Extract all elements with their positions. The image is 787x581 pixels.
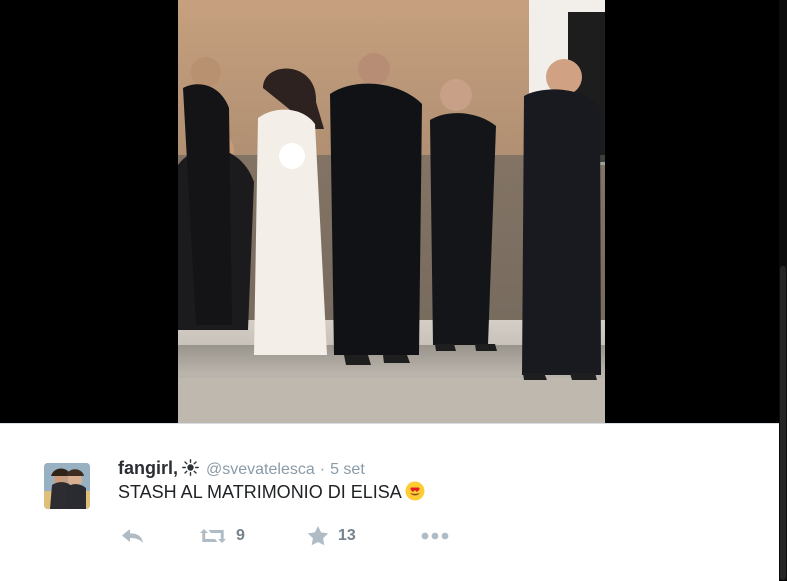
retweet-button[interactable]: 9 bbox=[198, 523, 245, 549]
tweet-media-viewer: { "tweet": { "display_name": "fangirl,",… bbox=[0, 0, 787, 581]
more-icon bbox=[420, 531, 450, 541]
tweet-media-area bbox=[0, 0, 787, 423]
heart-eyes-emoji-icon bbox=[405, 481, 425, 501]
tweet-header: fangirl, @svevatelesca · 5 set bbox=[118, 457, 365, 479]
wedding-photo-image bbox=[178, 0, 605, 423]
avatar-image bbox=[44, 463, 90, 509]
favorite-count: 13 bbox=[338, 527, 356, 544]
user-handle[interactable]: @svevatelesca bbox=[206, 461, 315, 479]
display-name[interactable]: fangirl, bbox=[118, 458, 178, 479]
tweet-timestamp[interactable]: 5 set bbox=[330, 461, 365, 479]
scrollbar-track[interactable] bbox=[779, 0, 787, 580]
tweet-text: STASH AL MATRIMONIO DI ELISA bbox=[118, 481, 425, 503]
star-icon bbox=[306, 525, 330, 547]
retweet-count: 9 bbox=[236, 527, 245, 544]
retweet-icon bbox=[198, 526, 228, 546]
tweet-text-content: STASH AL MATRIMONIO DI ELISA bbox=[118, 482, 402, 502]
scrollbar-thumb[interactable] bbox=[780, 266, 786, 580]
more-options-button[interactable] bbox=[420, 523, 450, 549]
metadata-separator: · bbox=[319, 461, 326, 478]
sun-icon bbox=[182, 459, 199, 476]
reply-icon bbox=[120, 527, 145, 545]
favorite-button[interactable]: 13 bbox=[306, 523, 356, 549]
tweet-actions: 9 13 bbox=[118, 523, 468, 549]
wedding-photo[interactable] bbox=[178, 0, 605, 423]
avatar[interactable] bbox=[44, 463, 90, 509]
reply-button[interactable] bbox=[120, 523, 145, 549]
